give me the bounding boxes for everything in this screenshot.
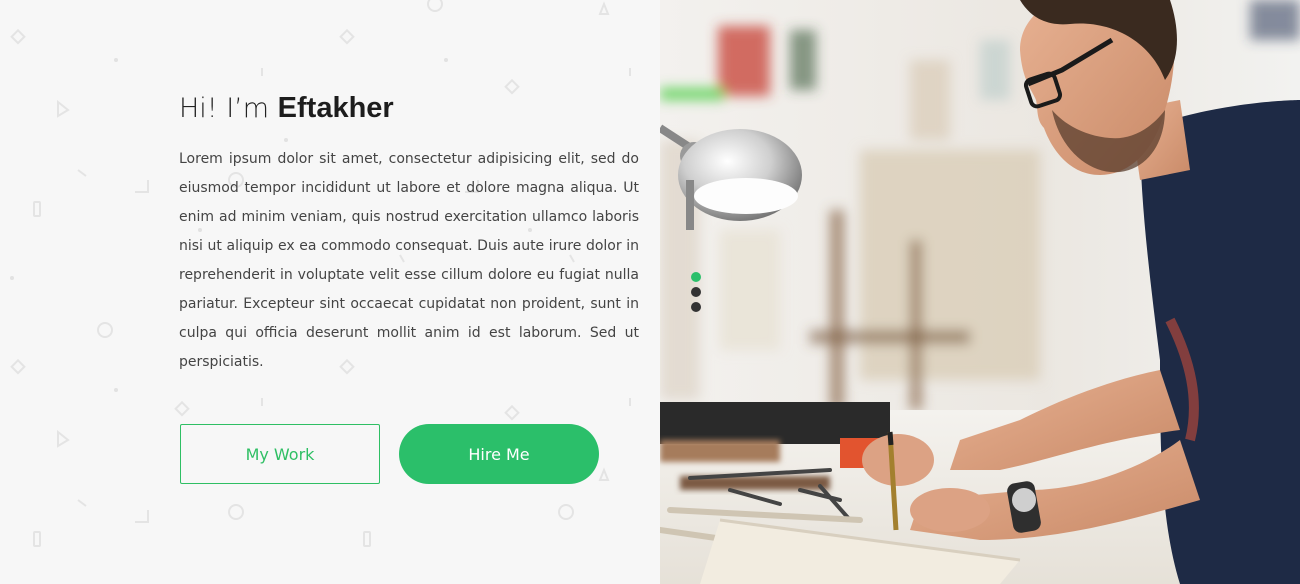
slider-dot[interactable] xyxy=(691,302,701,312)
greeting-text: Hi! I’m xyxy=(179,93,270,124)
name-text: Eftakher xyxy=(277,92,394,124)
my-work-button[interactable]: My Work xyxy=(180,424,380,484)
hero-left-panel: Hi! I’m Eftakher Lorem ipsum dolor sit a… xyxy=(0,0,660,584)
hero-content: Hi! I’m Eftakher Lorem ipsum dolor sit a… xyxy=(179,92,639,377)
hero-buttons: My Work Hire Me xyxy=(180,424,599,484)
hero-heading: Hi! I’m Eftakher xyxy=(179,92,639,125)
slider-dot[interactable] xyxy=(691,272,701,282)
slider-dot[interactable] xyxy=(691,287,701,297)
hire-me-button[interactable]: Hire Me xyxy=(399,424,599,484)
slider-dots xyxy=(691,272,701,312)
hero-bio: Lorem ipsum dolor sit amet, consectetur … xyxy=(179,151,639,370)
hero-photo xyxy=(660,0,1300,584)
